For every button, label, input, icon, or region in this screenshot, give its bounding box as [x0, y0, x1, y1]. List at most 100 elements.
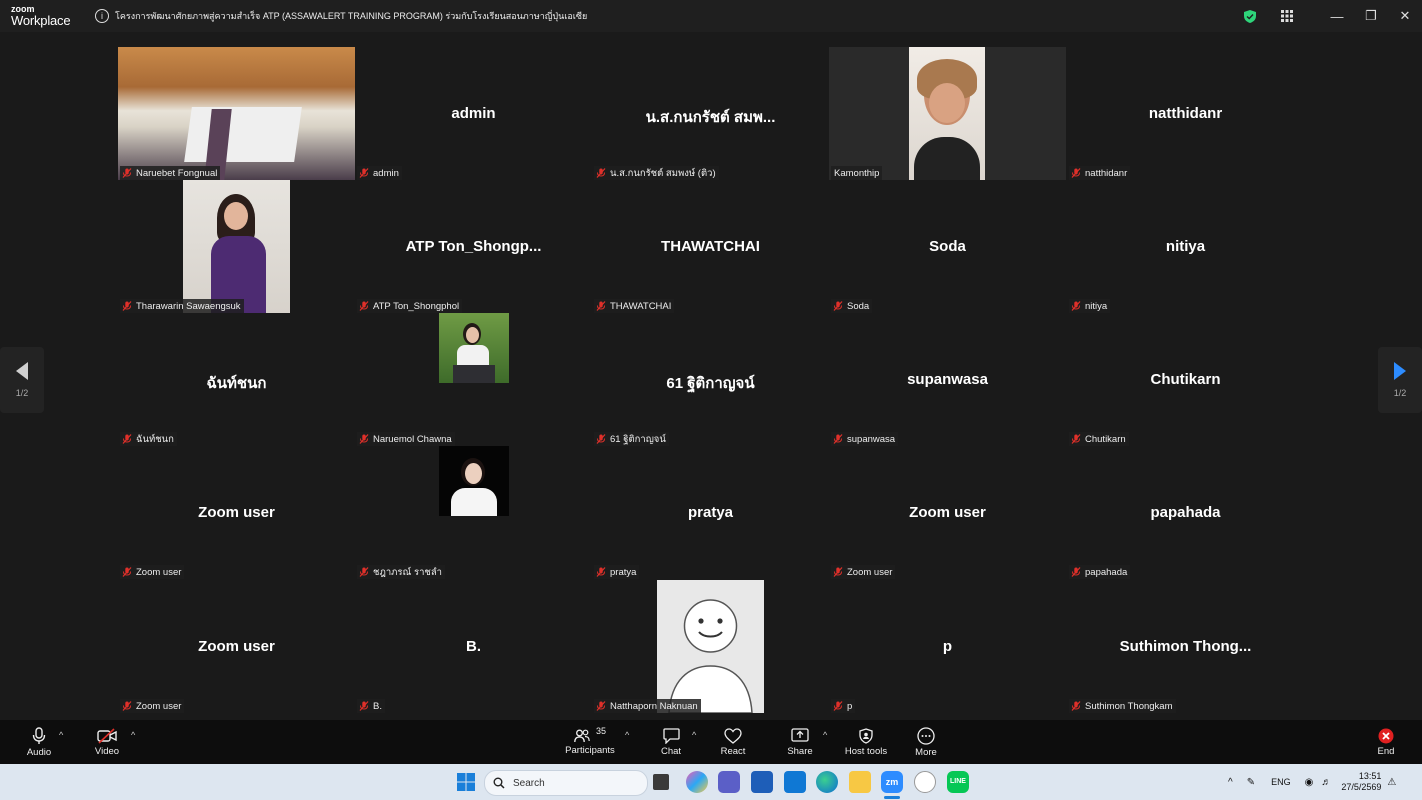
participant-tile[interactable]: ฉันท์ชนก ฉันท์ชนก — [118, 313, 355, 446]
participants-options-chevron-icon[interactable]: ^ — [625, 730, 629, 740]
shield-icon — [859, 727, 873, 744]
share-button[interactable]: Share — [785, 720, 815, 764]
chat-button[interactable]: Chat — [656, 720, 686, 764]
participant-tile[interactable]: Naruemol Chawna — [355, 313, 592, 446]
audio-label: Audio — [26, 746, 52, 758]
microphone-muted-icon — [1071, 434, 1081, 444]
participant-tile[interactable]: ATP Ton_Shongp... ATP Ton_Shongphol — [355, 180, 592, 313]
participant-name: น.ส.กนกรัชต์ สมพงษ์ (ติว) — [610, 167, 716, 179]
participant-tile[interactable]: Kamonthip — [829, 47, 1066, 180]
participant-name-label: natthidanr — [1069, 166, 1131, 180]
grid-icon[interactable] — [1281, 10, 1293, 22]
participant-display-name: น.ส.กนกรัชต์ สมพ... — [645, 109, 776, 126]
close-icon[interactable]: ✕ — [1388, 0, 1422, 32]
participant-tile[interactable]: papahada papahada — [1067, 446, 1304, 579]
restore-icon[interactable]: ❐ — [1354, 0, 1388, 32]
participant-tile[interactable]: nitiya nitiya — [1067, 180, 1304, 313]
edge-icon[interactable] — [816, 771, 838, 793]
line-icon[interactable]: LINE — [947, 771, 969, 793]
participant-tile[interactable]: natthidanr natthidanr — [1067, 47, 1304, 180]
participant-name-label: 61 ฐิติกาญจน์ — [594, 432, 669, 446]
minimize-icon[interactable]: — — [1320, 0, 1354, 32]
participant-tile[interactable]: น.ส.กนกรัชต์ สมพ... น.ส.กนกรัชต์ สมพงษ์ (… — [592, 47, 829, 180]
pen-icon[interactable]: ✎ — [1247, 777, 1255, 788]
more-button[interactable]: More — [911, 720, 941, 764]
store-icon[interactable] — [751, 771, 773, 793]
participant-name-label: ฉันท์ชนก — [120, 432, 177, 446]
page-indicator-right: 1/2 — [1393, 388, 1407, 398]
audio-options-chevron-icon[interactable]: ^ — [59, 730, 63, 740]
outlook-icon[interactable] — [784, 771, 806, 793]
participant-display-name: admin — [451, 105, 496, 122]
participant-name-label: p — [831, 699, 856, 713]
participant-tile[interactable]: supanwasa supanwasa — [829, 313, 1066, 446]
participant-display-name: supanwasa — [907, 371, 988, 388]
participant-tile[interactable]: Zoom user Zoom user — [829, 446, 1066, 579]
participant-tile[interactable]: Tharawarin Sawaengsuk — [118, 180, 355, 313]
participant-tile[interactable]: pp — [829, 580, 1066, 713]
wifi-icon[interactable]: ◉ — [1305, 777, 1314, 788]
microphone-muted-icon — [833, 567, 843, 577]
end-button[interactable]: End — [1372, 720, 1400, 764]
zoom-taskbar-icon[interactable]: zm — [881, 771, 903, 793]
participant-name-label: Tharawarin Sawaengsuk — [120, 299, 244, 313]
participant-name: ATP Ton_Shongphol — [373, 300, 460, 312]
video-feed-meeting-room — [118, 47, 355, 180]
participant-tile[interactable]: Naruebet Fongnual — [118, 47, 355, 180]
react-button[interactable]: React — [718, 720, 748, 764]
participant-tile[interactable]: B. B. — [355, 580, 592, 713]
participant-tile[interactable]: pratya pratya — [592, 446, 829, 579]
share-options-chevron-icon[interactable]: ^ — [823, 730, 827, 740]
info-icon[interactable]: i — [95, 9, 109, 23]
microphone-muted-icon — [1071, 168, 1081, 178]
notification-bell-icon[interactable]: ⚠ — [1387, 777, 1396, 788]
participant-display-name: Soda — [929, 238, 966, 255]
speaker-icon[interactable]: ♬ — [1321, 777, 1331, 788]
participant-tile[interactable]: Soda Soda — [829, 180, 1066, 313]
microphone-muted-icon — [122, 301, 132, 311]
participant-name-label: admin — [357, 166, 402, 180]
file-explorer-icon[interactable] — [849, 771, 871, 793]
windows-start-icon[interactable] — [455, 771, 477, 793]
participant-tile[interactable]: Zoom user Zoom user — [118, 580, 355, 713]
participant-tile[interactable]: Suthimon Thong... Suthimon Thongkam — [1067, 580, 1304, 713]
microphone-muted-icon — [359, 434, 369, 444]
video-options-chevron-icon[interactable]: ^ — [131, 730, 135, 740]
next-page-button[interactable]: 1/2 — [1378, 347, 1422, 413]
microphone-muted-icon — [359, 301, 369, 311]
zoom-logo: zoom Workplace — [0, 0, 89, 32]
prev-page-button[interactable]: 1/2 — [0, 347, 44, 413]
participant-name-label: nitiya — [1069, 299, 1111, 313]
end-icon — [1378, 728, 1394, 743]
participant-name: THAWATCHAI — [610, 300, 672, 312]
clock[interactable]: 13:51 27/5/2569 — [1341, 771, 1381, 794]
end-label: End — [1377, 745, 1395, 757]
participant-tile[interactable]: THAWATCHAI THAWATCHAI — [592, 180, 829, 313]
language-indicator[interactable]: ENG — [1271, 777, 1291, 787]
participant-tile[interactable]: Chutikarn Chutikarn — [1067, 313, 1304, 446]
copilot-icon[interactable] — [686, 771, 708, 793]
participant-tile[interactable]: Zoom user Zoom user — [118, 446, 355, 579]
host-tools-button[interactable]: Host tools — [842, 720, 890, 764]
clock-app-icon[interactable] — [914, 771, 936, 793]
clock-time: 13:51 — [1358, 770, 1382, 781]
teams-icon[interactable] — [718, 771, 740, 793]
shield-check-icon[interactable] — [1244, 9, 1256, 23]
task-view-icon[interactable] — [653, 774, 669, 790]
participant-display-name: p — [942, 638, 953, 655]
video-button[interactable]: Video — [92, 720, 122, 764]
chat-label: Chat — [660, 745, 682, 757]
participant-display-name: nitiya — [1165, 238, 1206, 255]
participant-tile[interactable]: admin admin — [355, 47, 592, 180]
participant-tile[interactable]: 61 ฐิติกาญจน์ 61 ฐิติกาญจน์ — [592, 313, 829, 446]
participants-button[interactable]: 35 Participants — [565, 720, 615, 764]
audio-button[interactable]: Audio — [24, 720, 54, 764]
taskbar-search-input[interactable]: Search — [484, 770, 648, 796]
participant-name-label: B. — [357, 699, 385, 713]
participant-tile[interactable]: ชฎาภรณ์ ราชลำ — [355, 446, 592, 579]
tray-overflow-chevron-icon[interactable]: ^ — [1228, 777, 1233, 788]
participant-tile[interactable]: Natthaporn Naknuan — [592, 580, 829, 713]
microphone-muted-icon — [596, 168, 606, 178]
share-label: Share — [787, 745, 813, 757]
chat-options-chevron-icon[interactable]: ^ — [692, 730, 696, 740]
